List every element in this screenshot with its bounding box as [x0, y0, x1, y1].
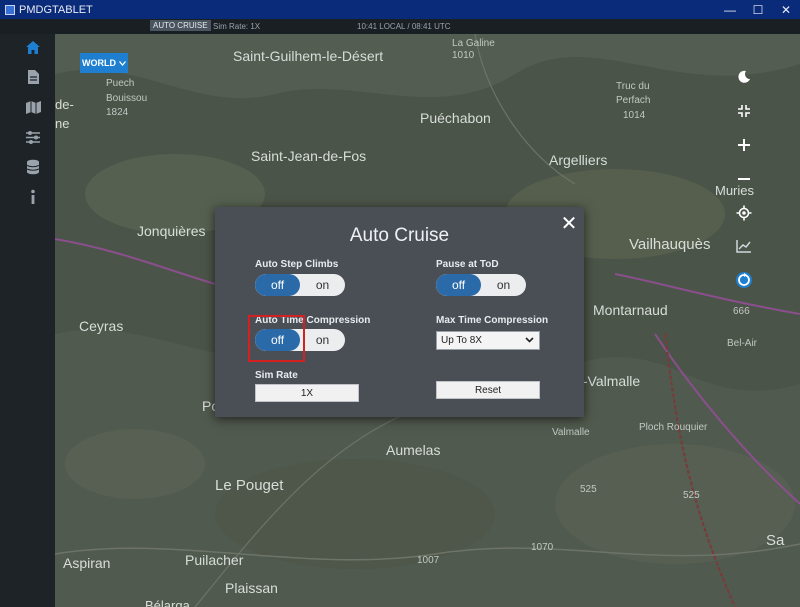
toggle-off-option[interactable]: off — [255, 274, 300, 296]
mode-badge: AUTO CRUISE — [150, 20, 211, 31]
place-label: Sa — [766, 532, 785, 549]
auto-step-climbs-label: Auto Step Climbs — [255, 259, 339, 270]
place-label: Puilacher — [185, 552, 244, 568]
place-label: Plaissan — [225, 580, 278, 596]
minimize-button[interactable]: — — [716, 0, 744, 19]
place-label: Le Pouget — [215, 477, 284, 494]
place-label: Bouissou — [106, 93, 148, 104]
max-time-compression-label: Max Time Compression — [436, 315, 549, 326]
fit-screen-icon[interactable] — [733, 100, 755, 122]
place-label: Ploch Rouquier — [639, 422, 708, 433]
toggle-on-option[interactable]: on — [300, 329, 345, 351]
place-label: Aumelas — [386, 442, 441, 458]
reset-button[interactable]: Reset — [436, 381, 540, 399]
toggle-on-option[interactable]: on — [481, 274, 526, 296]
place-label: t-Valmalle — [579, 373, 641, 389]
toggle-off-option[interactable]: off — [436, 274, 481, 296]
close-window-button[interactable]: ✕ — [772, 0, 800, 19]
close-icon[interactable]: ✕ — [560, 214, 578, 234]
window-titlebar: PMDGTABLET — ☐ ✕ — [0, 0, 800, 19]
locate-icon[interactable] — [733, 202, 755, 224]
place-label: Montarnaud — [593, 302, 668, 318]
database-icon[interactable] — [24, 158, 42, 176]
maximize-button[interactable]: ☐ — [744, 0, 772, 19]
place-label: 1010 — [452, 50, 475, 61]
window-title: PMDGTABLET — [19, 3, 93, 16]
sim-rate-field[interactable]: 1X — [255, 384, 359, 402]
chart-icon[interactable] — [733, 235, 755, 257]
app-icon — [5, 4, 15, 15]
place-label: Argelliers — [549, 152, 608, 168]
zoom-out-icon[interactable] — [733, 168, 755, 190]
place-label: 666 — [733, 306, 750, 317]
place-label: Bel-Air — [727, 338, 758, 349]
place-label: 1014 — [623, 110, 646, 121]
max-time-compression-select[interactable]: Up To 8X — [436, 331, 540, 350]
sim-rate-status: Sim Rate: 1X — [213, 22, 261, 31]
pause-at-tod-toggle[interactable]: off on — [436, 274, 526, 296]
place-label: Jonquières — [137, 223, 206, 239]
place-label: Vailhauquès — [629, 236, 711, 253]
place-label: Perfach — [616, 95, 651, 106]
rotate-icon[interactable] — [733, 269, 755, 291]
dialog-title: Auto Cruise — [349, 225, 450, 246]
place-label: Puéchabon — [420, 110, 491, 126]
toggle-on-option[interactable]: on — [300, 274, 345, 296]
highlight-box — [248, 315, 305, 362]
moon-icon[interactable] — [733, 66, 755, 88]
status-bar: AUTO CRUISE Sim Rate: 1X 10:41 LOCAL / 0… — [0, 19, 800, 34]
place-label: 525 — [683, 490, 700, 501]
place-label: 1070 — [531, 542, 554, 553]
world-button-label: WORLD — [82, 58, 116, 68]
auto-cruise-dialog: Auto Cruise ✕ Auto Step Climbs off on Pa… — [215, 207, 584, 417]
sidebar — [0, 34, 55, 607]
zoom-in-icon[interactable] — [733, 134, 755, 156]
place-label: Truc du — [616, 81, 650, 92]
sim-rate-label: Sim Rate — [255, 370, 298, 381]
select-value: Up To 8X — [441, 335, 482, 346]
chevron-down-icon — [119, 60, 126, 66]
map-icon[interactable] — [24, 98, 42, 116]
auto-step-climbs-toggle[interactable]: off on — [255, 274, 345, 296]
place-label: de- — [55, 97, 74, 112]
world-button[interactable]: WORLD — [80, 53, 128, 73]
sliders-icon[interactable] — [24, 128, 42, 146]
place-label: 1824 — [106, 107, 129, 118]
info-icon[interactable] — [24, 188, 42, 206]
place-label: La Galine — [452, 38, 495, 49]
place-label: Puech — [106, 78, 135, 89]
time-status: 10:41 LOCAL / 08:41 UTC — [357, 22, 451, 31]
document-icon[interactable] — [24, 68, 42, 86]
place-label: Valmalle — [552, 427, 590, 438]
place-label: 525 — [580, 484, 597, 495]
place-label: Saint-Guilhem-le-Désert — [233, 48, 384, 64]
place-label: Ceyras — [79, 318, 124, 334]
home-icon[interactable] — [24, 38, 42, 56]
chevron-down-icon — [525, 337, 534, 343]
pause-at-tod-label: Pause at ToD — [436, 259, 499, 270]
place-label: ne — [55, 116, 70, 131]
place-label: Aspiran — [63, 555, 111, 571]
place-label: 1007 — [417, 555, 440, 566]
place-label: Bélarga — [145, 598, 190, 607]
place-label: Saint-Jean-de-Fos — [251, 148, 367, 164]
